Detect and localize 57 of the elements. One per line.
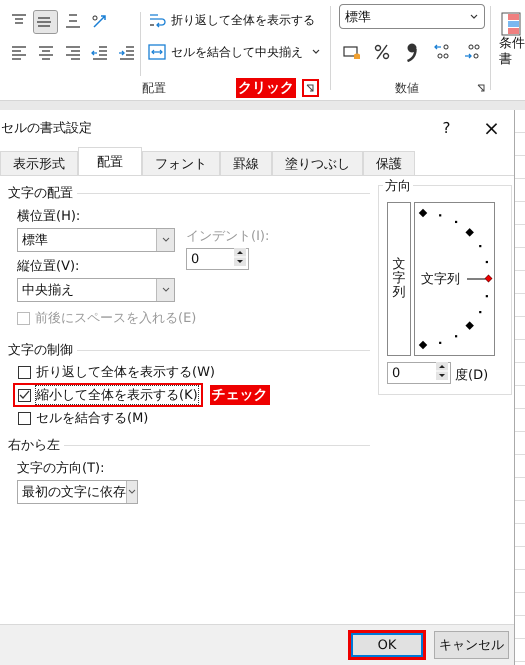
spinner-arrows-icon	[436, 362, 448, 380]
help-button[interactable]: ?	[424, 110, 469, 145]
field-label: 度(D)	[455, 367, 488, 385]
horizontal-dropdown[interactable]: 標準	[17, 228, 175, 252]
checkbox[interactable]	[18, 388, 31, 402]
group-label: 配置	[142, 80, 166, 96]
ribbon-label: 書	[499, 52, 512, 68]
vertical-text-button[interactable]: 文字列	[387, 202, 411, 356]
dialog-launcher-button[interactable]	[302, 79, 319, 97]
number-format-dropdown[interactable]: 標準	[339, 4, 485, 29]
cancel-button[interactable]: キャンセル	[434, 631, 509, 659]
merge-button[interactable]: セルを結合して中央揃え	[147, 40, 321, 64]
caret-icon	[127, 488, 137, 496]
checkbox-label: セルを結合する(M)	[36, 410, 148, 427]
table-icon	[501, 12, 521, 36]
caret-icon	[469, 12, 479, 20]
checkbox-label: 前後にスペースを入れる(E)	[35, 310, 196, 327]
field-label: 横位置(H):	[17, 208, 82, 226]
checkbox-label: 縮小して全体を表示する(K)	[36, 386, 198, 404]
text-direction-dropdown[interactable]: 最初の文字に依存	[17, 480, 138, 504]
launcher-icon	[477, 84, 486, 92]
dial-label: 文字列	[421, 270, 460, 288]
ok-button[interactable]: OK	[348, 630, 426, 660]
field-label: 文字の方向(T):	[17, 460, 106, 478]
checkbox[interactable]	[18, 366, 31, 378]
tab[interactable]: 配置	[78, 147, 142, 175]
section-heading: 方向	[383, 177, 413, 195]
close-button[interactable]: ×	[469, 110, 514, 145]
tab[interactable]: 塗りつぶし	[272, 151, 363, 175]
tab[interactable]: 保護	[363, 151, 415, 175]
tab[interactable]: 罫線	[220, 151, 272, 175]
orientation-dial[interactable]: 文字列	[414, 202, 495, 356]
spinner-arrows-icon	[234, 248, 246, 266]
field-label: 縦位置(V):	[17, 258, 80, 276]
align-middle-button[interactable]	[33, 10, 58, 34]
section-heading: 文字の制御	[8, 342, 73, 359]
caret-icon	[160, 286, 170, 294]
group-label: 数値	[395, 80, 419, 96]
section-heading: 右から左	[8, 437, 60, 454]
wrap-button[interactable]: 折り返して全体を表示する	[147, 8, 321, 32]
degrees-spinner[interactable]: 0	[387, 362, 451, 384]
vertical-dropdown[interactable]: 中央揃え	[17, 278, 175, 302]
launcher-icon	[306, 84, 315, 92]
tab[interactable]: フォント	[142, 151, 220, 175]
caret-icon	[160, 236, 170, 244]
callout-label: チェック	[210, 385, 270, 405]
field-label: インデント(I):	[186, 228, 270, 246]
tab[interactable]: 表示形式	[0, 151, 78, 175]
section-heading: 文字の配置	[8, 185, 73, 202]
callout-label: クリック	[236, 78, 296, 98]
checkbox[interactable]	[18, 412, 31, 424]
ribbon-label: 条件	[499, 36, 525, 52]
dialog-title: セルの書式設定	[0, 120, 93, 136]
check-icon	[19, 390, 30, 400]
checkbox-label: 折り返して全体を表示する(W)	[36, 364, 215, 381]
merge-icon	[147, 42, 167, 62]
caret-icon	[311, 48, 321, 56]
